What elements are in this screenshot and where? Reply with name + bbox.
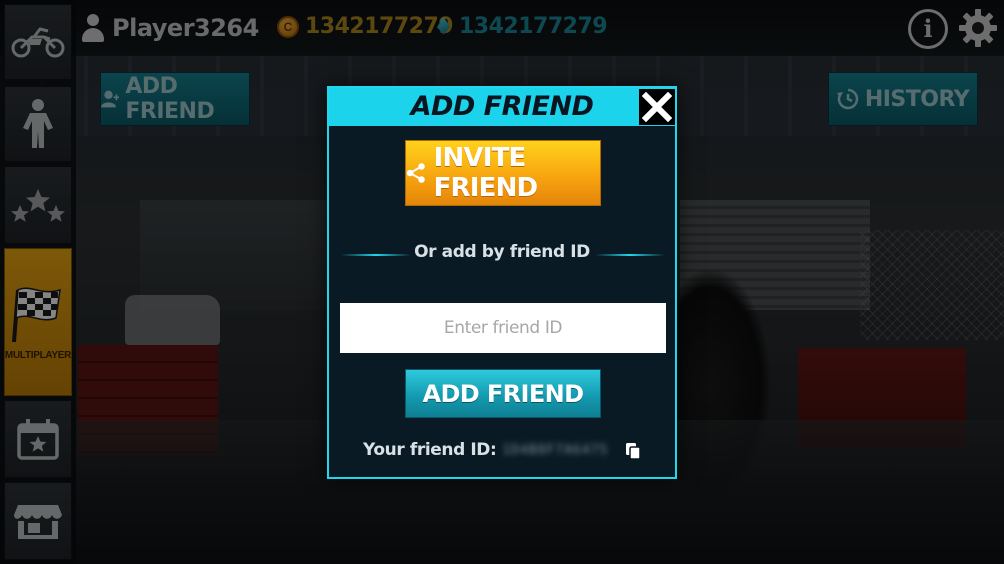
divider-right: [595, 254, 665, 256]
your-friend-id-row: Your friend ID: 1D4B8F7A6475: [363, 438, 663, 462]
close-icon: [642, 92, 672, 122]
friend-id-value: 1D4B8F7A6475: [502, 442, 609, 458]
add-friend-button[interactable]: ADD FRIEND: [405, 369, 601, 418]
copy-id-button[interactable]: [625, 442, 641, 460]
friend-id-label: Your friend ID:: [363, 440, 497, 460]
invite-friend-button[interactable]: INVITE FRIEND: [405, 140, 601, 206]
or-add-by-id-text: Or add by friend ID: [414, 242, 590, 262]
copy-icon: [626, 443, 641, 460]
dialog-title: ADD FRIEND: [410, 91, 594, 122]
share-icon: [406, 163, 425, 183]
invite-friend-label: INVITE FRIEND: [433, 143, 539, 203]
add-friend-dialog: ADD FRIEND INVITE FRIEND Or add by frien…: [327, 86, 677, 479]
close-button[interactable]: [639, 89, 675, 125]
friend-id-input[interactable]: [340, 303, 666, 353]
add-friend-label: ADD FRIEND: [422, 379, 585, 408]
